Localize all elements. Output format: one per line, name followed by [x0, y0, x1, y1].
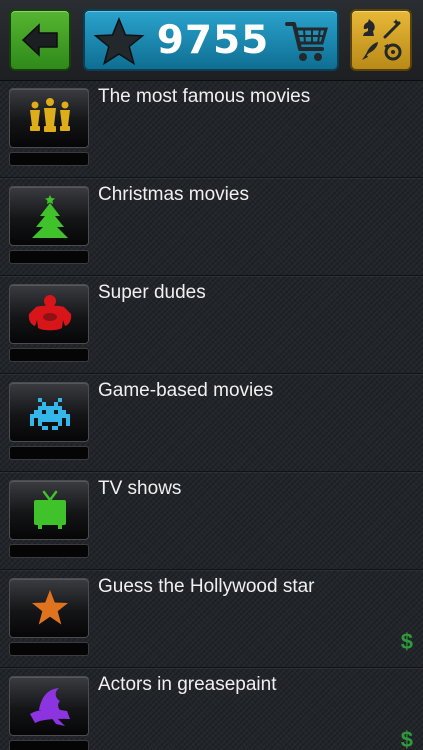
category-thumbnail — [9, 88, 89, 148]
premium-dollar-badge: $ — [400, 629, 413, 654]
category-item[interactable]: Guess the Hollywood star $ — [0, 570, 423, 668]
category-item[interactable]: Super dudes — [0, 276, 423, 374]
category-progress-bar — [9, 348, 89, 362]
tv-icon — [34, 490, 66, 529]
arrow-left-icon — [21, 23, 58, 57]
hints-tools-button[interactable] — [350, 9, 412, 71]
category-thumbnail — [9, 382, 89, 442]
category-thumbnail — [9, 578, 89, 638]
category-title: The most famous movies — [98, 86, 311, 107]
chess-knight-icon — [363, 19, 375, 36]
superhero-icon — [28, 295, 72, 331]
category-progress-bar — [9, 250, 89, 264]
top-bar: 9755 — [0, 0, 423, 81]
category-title: Christmas movies — [98, 184, 249, 205]
tools-icons — [362, 19, 402, 61]
category-progress-bar — [9, 152, 89, 166]
category-item[interactable]: The most famous movies — [0, 80, 423, 178]
star-icon — [32, 590, 68, 625]
category-progress-bar — [9, 544, 89, 558]
star-icon — [93, 17, 145, 66]
refresh-icon — [384, 43, 402, 61]
space-invader-icon — [30, 398, 70, 430]
category-progress-bar — [9, 740, 89, 750]
witch-hat-icon — [30, 688, 70, 726]
category-title: TV shows — [98, 478, 182, 499]
category-title: Super dudes — [98, 282, 206, 303]
category-title: Game-based movies — [98, 380, 274, 401]
score-shop-button[interactable]: 9755 — [83, 9, 339, 71]
category-thumbnail — [9, 480, 89, 540]
category-item[interactable]: Christmas movies — [0, 178, 423, 276]
category-thumbnail — [9, 186, 89, 246]
christmas-tree-icon — [32, 195, 68, 238]
magic-wand-icon — [383, 19, 401, 39]
category-item[interactable]: Game-based movies — [0, 374, 423, 472]
shopping-cart-icon — [285, 22, 328, 61]
category-title: Actors in greasepaint — [98, 674, 277, 695]
category-title: Guess the Hollywood star — [98, 576, 315, 597]
category-list: The most famous movies Christmas movies — [0, 80, 423, 750]
rocket-icon — [362, 42, 378, 60]
back-button[interactable] — [9, 9, 71, 71]
category-progress-bar — [9, 446, 89, 460]
oscar-statues-icon — [30, 98, 70, 132]
category-item[interactable]: Actors in greasepaint $ — [0, 668, 423, 750]
premium-dollar-badge: $ — [400, 727, 413, 750]
app-screen: 9755 The most famous movies Christmas mo… — [0, 0, 423, 750]
category-item[interactable]: TV shows — [0, 472, 423, 570]
score-value: 9755 — [156, 18, 270, 63]
category-thumbnail — [9, 284, 89, 344]
category-progress-bar — [9, 642, 89, 656]
category-thumbnail — [9, 676, 89, 736]
